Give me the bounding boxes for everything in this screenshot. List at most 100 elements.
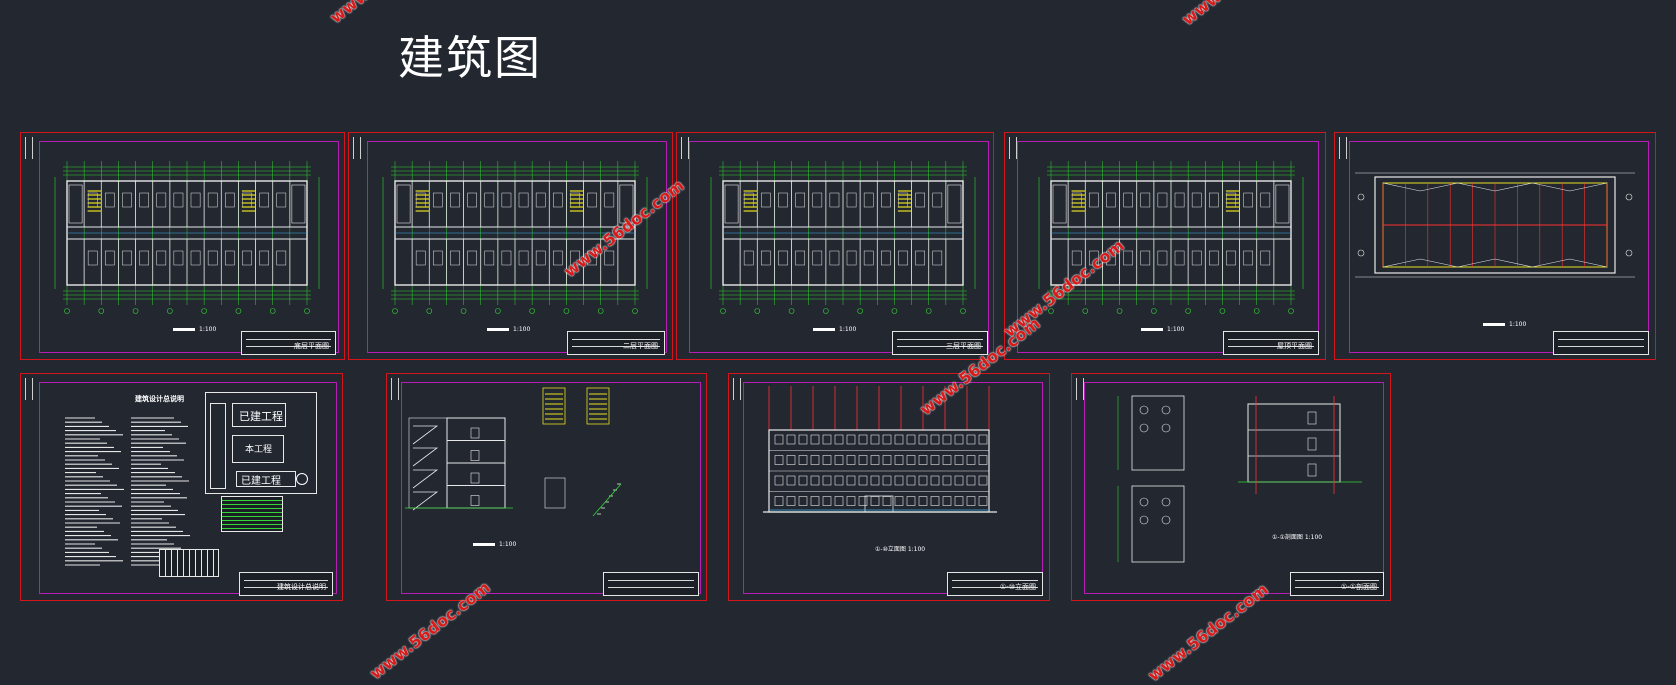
detail-drawing [1117,395,1362,563]
window [1307,437,1317,451]
furniture-block [433,250,443,266]
window [822,496,832,506]
window [978,455,988,465]
drawing-sheet-second-floor-plan[interactable]: 1:100 二层平面图 [348,132,673,360]
furniture-block [484,192,495,208]
window [930,496,940,506]
north-arrow-icon [296,473,308,485]
title-block-name: 建筑设计总说明 [277,583,326,591]
window [858,475,868,486]
furniture-block [1260,192,1271,208]
furniture-block [122,250,132,266]
window [954,496,964,506]
window [822,455,832,465]
window [774,475,784,486]
furniture-block [881,250,891,266]
stair-tower [68,184,83,224]
furniture-block [207,192,218,208]
furniture-block [863,192,874,208]
drawing-sheet-section-stair[interactable]: 1:100 [386,373,707,601]
axis-bubble [64,308,70,314]
window [942,475,952,486]
stair-flight [412,491,439,511]
window [870,496,880,506]
drawing-caption: 1:100 [1483,321,1526,328]
window [966,455,976,465]
drawing-caption: 1:100 [173,326,216,333]
furniture-block [1226,250,1236,266]
elevation-drawing [763,386,997,513]
furniture-block [535,192,546,208]
furniture-block [1157,250,1168,266]
furniture-block [846,192,857,208]
green-schedule-table-2 [159,549,219,577]
furniture-block [139,192,149,208]
window [930,455,940,465]
furniture-block [1106,192,1116,208]
window [918,455,928,465]
fixture [1139,405,1149,415]
furniture-block [1123,192,1133,208]
furniture-block [242,250,252,266]
drawing-sheet-elevation[interactable]: ①-⑩立面图 1:100 ①-⑩立面图 [728,373,1050,601]
window [846,455,856,465]
furniture-block [225,192,235,208]
window [894,434,904,445]
axis-bubble [132,308,139,314]
furniture-block [795,192,805,208]
site-building-new: 本工程 [232,435,284,463]
furniture-block [105,192,115,208]
furniture-block [484,250,495,266]
axis-bubble [632,308,638,314]
fixture [1139,423,1149,433]
drawing-caption: 1:100 [1141,326,1184,333]
window [906,455,916,465]
axis-bubble [495,308,501,314]
furniture-block [1243,192,1253,208]
window [870,434,880,445]
axis-bubble [720,308,726,314]
title-block: 建筑设计总说明 [239,572,333,596]
drawing-caption: ①-①剖面图 1:100 [1272,534,1323,541]
furniture-block [1140,192,1151,208]
axis-bubble [392,308,398,314]
title-block-name: 三层平面图 [946,342,981,350]
window [786,434,796,445]
window [786,455,796,465]
axis-bubble [1151,308,1157,314]
window [846,475,856,486]
title-block-name: 二层平面图 [623,342,658,350]
furniture-block [778,192,788,208]
axis-bubble [788,308,795,314]
stair-tower [947,184,962,224]
drawing-sheet-fourth-floor-plan[interactable]: 1:100 屋顶平面图 [1004,132,1326,360]
window [834,496,844,506]
axis-bubble [1288,308,1294,314]
axis-bubble [1357,193,1365,201]
window [822,475,832,486]
watermark-text: www.56doc.com [1178,0,1305,29]
window [966,475,976,486]
drawing-sheet-ground-floor-plan[interactable]: 1:100 底层平面图 [20,132,345,360]
axis-bubble [426,308,433,314]
section-outline [1247,403,1341,483]
window [470,472,480,484]
window [774,434,784,445]
axis-bubble [1116,308,1123,314]
furniture-block [1209,192,1219,208]
drawing-sheet-detail[interactable]: ①-①剖面图 1:100 ①-①剖面图 [1071,373,1391,601]
window [774,496,784,506]
window [798,434,808,445]
drawing-sheet-roof-plan[interactable]: 1:100 [1334,132,1656,360]
furniture-block [778,250,788,266]
drawing-sheet-design-notes[interactable]: 建筑设计总说明 已建工程 本工程 已建工程 建筑设计总说明 [20,373,343,601]
furniture-block [1209,250,1219,266]
title-block: 屋顶平面图 [1223,331,1319,355]
window [930,475,940,486]
furniture-block [1140,250,1151,266]
furniture-block [1089,192,1099,208]
window [822,434,832,445]
stair-shaft [408,417,448,509]
furniture-block [450,192,460,208]
drawing-sheet-third-floor-plan[interactable]: 1:100 三层平面图 [676,132,994,360]
